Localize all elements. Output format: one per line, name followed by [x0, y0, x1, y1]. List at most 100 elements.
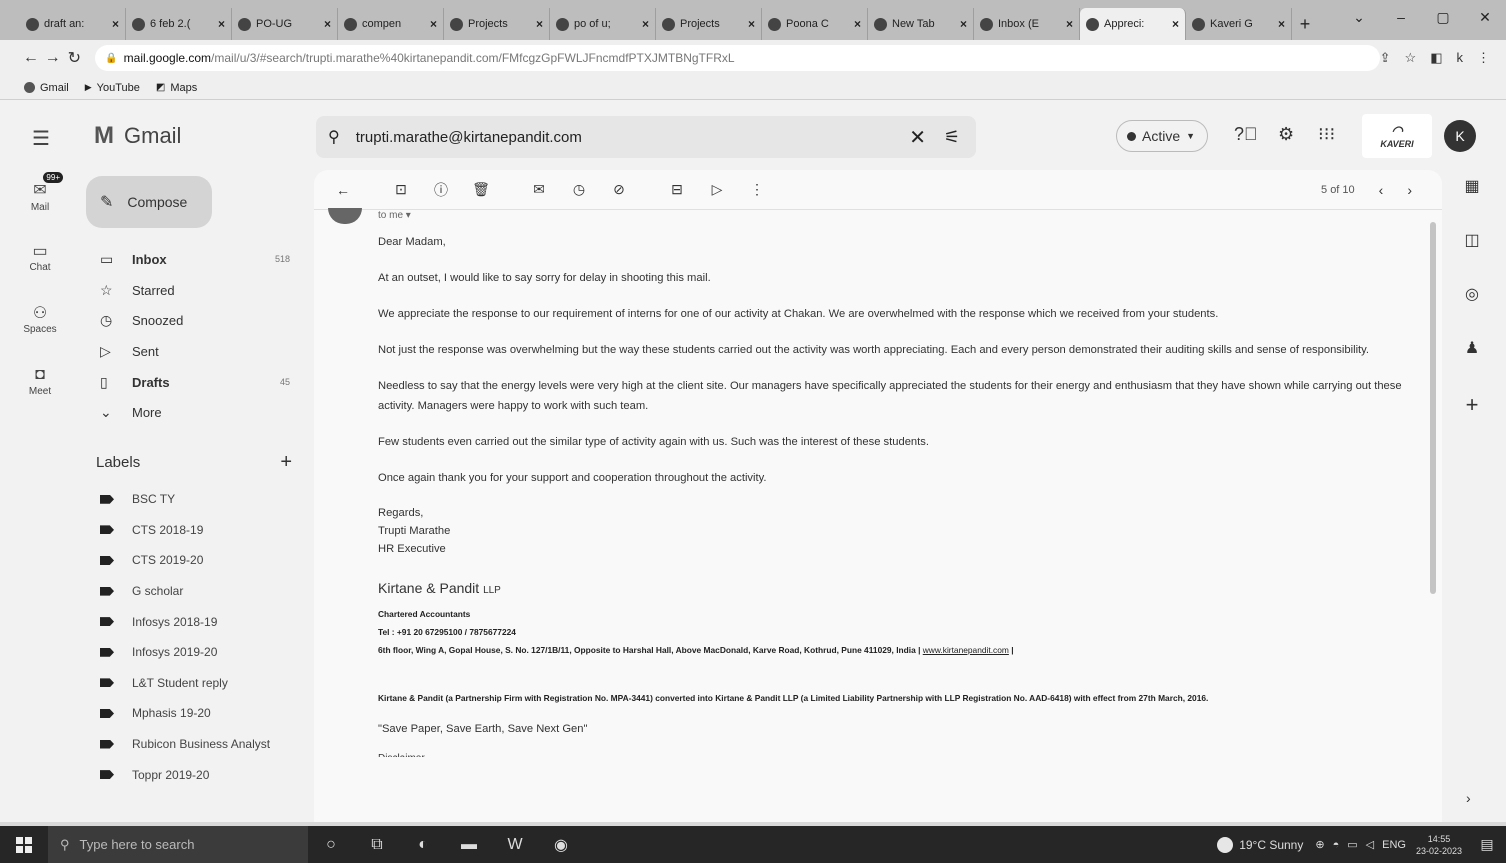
keep-icon[interactable]: ◫	[1450, 230, 1494, 284]
delete-icon[interactable]: 🗑	[466, 181, 496, 198]
battery-icon[interactable]: ▭	[1347, 838, 1357, 851]
settings-gear-icon[interactable]: ⚙	[1278, 124, 1294, 145]
status-dropdown[interactable]: Active ▼	[1116, 120, 1208, 152]
report-spam-icon[interactable]: ⓘ	[426, 180, 456, 200]
rail-item-mail[interactable]: ✉ 99+ Mail	[8, 172, 72, 240]
volume-icon[interactable]: ◁	[1366, 838, 1374, 851]
rail-item-spaces[interactable]: ⚇ Spaces	[8, 302, 72, 364]
tab-search-icon[interactable]: ⌄	[1338, 9, 1380, 26]
close-tab-icon[interactable]: ×	[748, 17, 755, 31]
browser-tab[interactable]: New Tab ×	[868, 8, 974, 40]
bookmark-star-icon[interactable]: ☆	[1405, 50, 1417, 66]
label-item[interactable]: Toppr 2019-20	[98, 759, 304, 790]
search-options-icon[interactable]: ⚟	[944, 127, 960, 148]
share-icon[interactable]: ⇪	[1380, 50, 1391, 66]
minimize-button[interactable]: –	[1380, 9, 1422, 25]
label-item[interactable]: Infosys 2018-19	[98, 606, 304, 637]
edge-icon[interactable]: ◐	[400, 826, 446, 863]
browser-tab[interactable]: Poona C ×	[762, 8, 868, 40]
archive-icon[interactable]: ⊡	[386, 181, 416, 198]
snooze-icon[interactable]: ◷	[564, 181, 594, 198]
rail-item-chat[interactable]: ▭ Chat	[8, 240, 72, 302]
rail-item-meet[interactable]: ◘ Meet	[8, 364, 72, 426]
close-tab-icon[interactable]: ×	[1172, 17, 1179, 31]
bookmark-gmail[interactable]: Gmail	[24, 82, 69, 94]
browser-menu-icon[interactable]: ⋮	[1477, 50, 1490, 66]
nav-item-starred[interactable]: ☆ Starred	[94, 275, 300, 306]
label-icon[interactable]: ▷	[702, 181, 732, 198]
cortana-icon[interactable]: ○	[308, 826, 354, 863]
back-to-list-icon[interactable]: ←	[328, 182, 358, 198]
nav-item-more[interactable]: ⌄ More	[94, 397, 300, 428]
clock[interactable]: 14:55 23-02-2023	[1416, 833, 1462, 857]
label-item[interactable]: Infosys 2019-20	[98, 637, 304, 668]
label-item[interactable]: Rubicon Business Analyst	[98, 729, 304, 760]
close-tab-icon[interactable]: ×	[112, 17, 119, 31]
browser-tab[interactable]: po of u; ×	[550, 8, 656, 40]
show-side-panel-icon[interactable]: ›	[1466, 790, 1471, 806]
chevron-left-icon[interactable]: ‹	[1379, 182, 1384, 198]
recipient-details-toggle[interactable]: to me ▾	[378, 210, 411, 221]
browser-tab[interactable]: 6 feb 2.(×	[126, 8, 232, 40]
nav-item-inbox[interactable]: ▭ Inbox 518	[94, 244, 300, 275]
close-window-button[interactable]: ✕	[1464, 9, 1506, 26]
label-item[interactable]: L&T Student reply	[98, 668, 304, 699]
browser-tab[interactable]: draft an: ×	[20, 8, 126, 40]
forward-icon[interactable]: →	[42, 49, 64, 67]
nav-item-sent[interactable]: ▷ Sent	[94, 336, 300, 367]
browser-tab[interactable]: Appreci: ×	[1080, 8, 1186, 40]
back-icon[interactable]: ←	[20, 49, 42, 67]
close-tab-icon[interactable]: ×	[1066, 17, 1073, 31]
url-input[interactable]: 🔒 mail.google.com /mail/u/3/#search/trup…	[95, 45, 1380, 71]
browser-tab[interactable]: Projects ×	[444, 8, 550, 40]
label-item[interactable]: CTS 2019-20	[98, 545, 304, 576]
start-button[interactable]	[0, 836, 48, 853]
search-bar[interactable]: ⚲ trupti.marathe@kirtanepandit.com ✕ ⚟	[316, 116, 976, 158]
firm-website-link[interactable]: www.kirtanepandit.com	[923, 645, 1009, 655]
profile-icon[interactable]: k	[1457, 50, 1464, 66]
maximize-button[interactable]: ▢	[1422, 9, 1464, 26]
close-tab-icon[interactable]: ×	[960, 17, 967, 31]
nav-item-snoozed[interactable]: ◷ Snoozed	[94, 305, 300, 336]
label-item[interactable]: BSC TY	[98, 484, 304, 515]
file-explorer-icon[interactable]: ▬	[446, 826, 492, 863]
move-to-icon[interactable]: ⊟	[662, 181, 692, 198]
organization-logo[interactable]: ◠ KAVERI	[1362, 114, 1432, 158]
sender-avatar[interactable]	[328, 208, 362, 224]
gmail-logo[interactable]: M Gmail	[94, 122, 181, 150]
calendar-icon[interactable]: ▦	[1450, 176, 1494, 230]
network-icon[interactable]: ◓	[1333, 839, 1340, 851]
bookmark-maps[interactable]: ◩ Maps	[156, 82, 197, 94]
task-view-icon[interactable]: ⧉	[354, 826, 400, 863]
browser-tab[interactable]: PO-UG ×	[232, 8, 338, 40]
help-icon[interactable]: ?⃝	[1234, 124, 1258, 145]
close-tab-icon[interactable]: ×	[324, 17, 331, 31]
browser-tab[interactable]: compen ×	[338, 8, 444, 40]
apps-grid-icon[interactable]: ⁝⁝⁝	[1318, 124, 1335, 145]
nav-item-drafts[interactable]: ▯ Drafts 45	[94, 367, 300, 398]
sidebar-toggle-icon[interactable]: ◧	[1430, 50, 1442, 66]
label-item[interactable]: Mphasis 19-20	[98, 698, 304, 729]
new-tab-button[interactable]: +	[1292, 8, 1318, 40]
label-item[interactable]: G scholar	[98, 576, 304, 607]
add-label-icon[interactable]: +	[280, 452, 292, 472]
mark-unread-icon[interactable]: ✉	[524, 181, 554, 198]
close-tab-icon[interactable]: ×	[536, 17, 543, 31]
account-avatar[interactable]: K	[1444, 120, 1476, 152]
main-menu-icon[interactable]: ☰	[32, 126, 50, 151]
reload-icon[interactable]: ↻	[63, 48, 85, 68]
clear-search-icon[interactable]: ✕	[909, 125, 926, 150]
word-icon[interactable]: W	[492, 826, 538, 863]
taskbar-search[interactable]: ⚲ Type here to search	[48, 826, 308, 863]
chevron-right-icon[interactable]: ›	[1407, 182, 1412, 198]
language-indicator[interactable]: ENG	[1382, 839, 1406, 851]
more-options-icon[interactable]: ⋮	[742, 181, 772, 198]
get-addons-icon[interactable]: +	[1450, 392, 1494, 446]
browser-tab[interactable]: Kaveri G ×	[1186, 8, 1292, 40]
chrome-icon[interactable]: ◉	[538, 826, 584, 863]
close-tab-icon[interactable]: ×	[218, 17, 225, 31]
close-tab-icon[interactable]: ×	[854, 17, 861, 31]
compose-button[interactable]: ✎ Compose	[86, 176, 212, 228]
weather-widget[interactable]: 19°C Sunny	[1217, 836, 1303, 853]
label-item[interactable]: CTS 2018-19	[98, 515, 304, 546]
